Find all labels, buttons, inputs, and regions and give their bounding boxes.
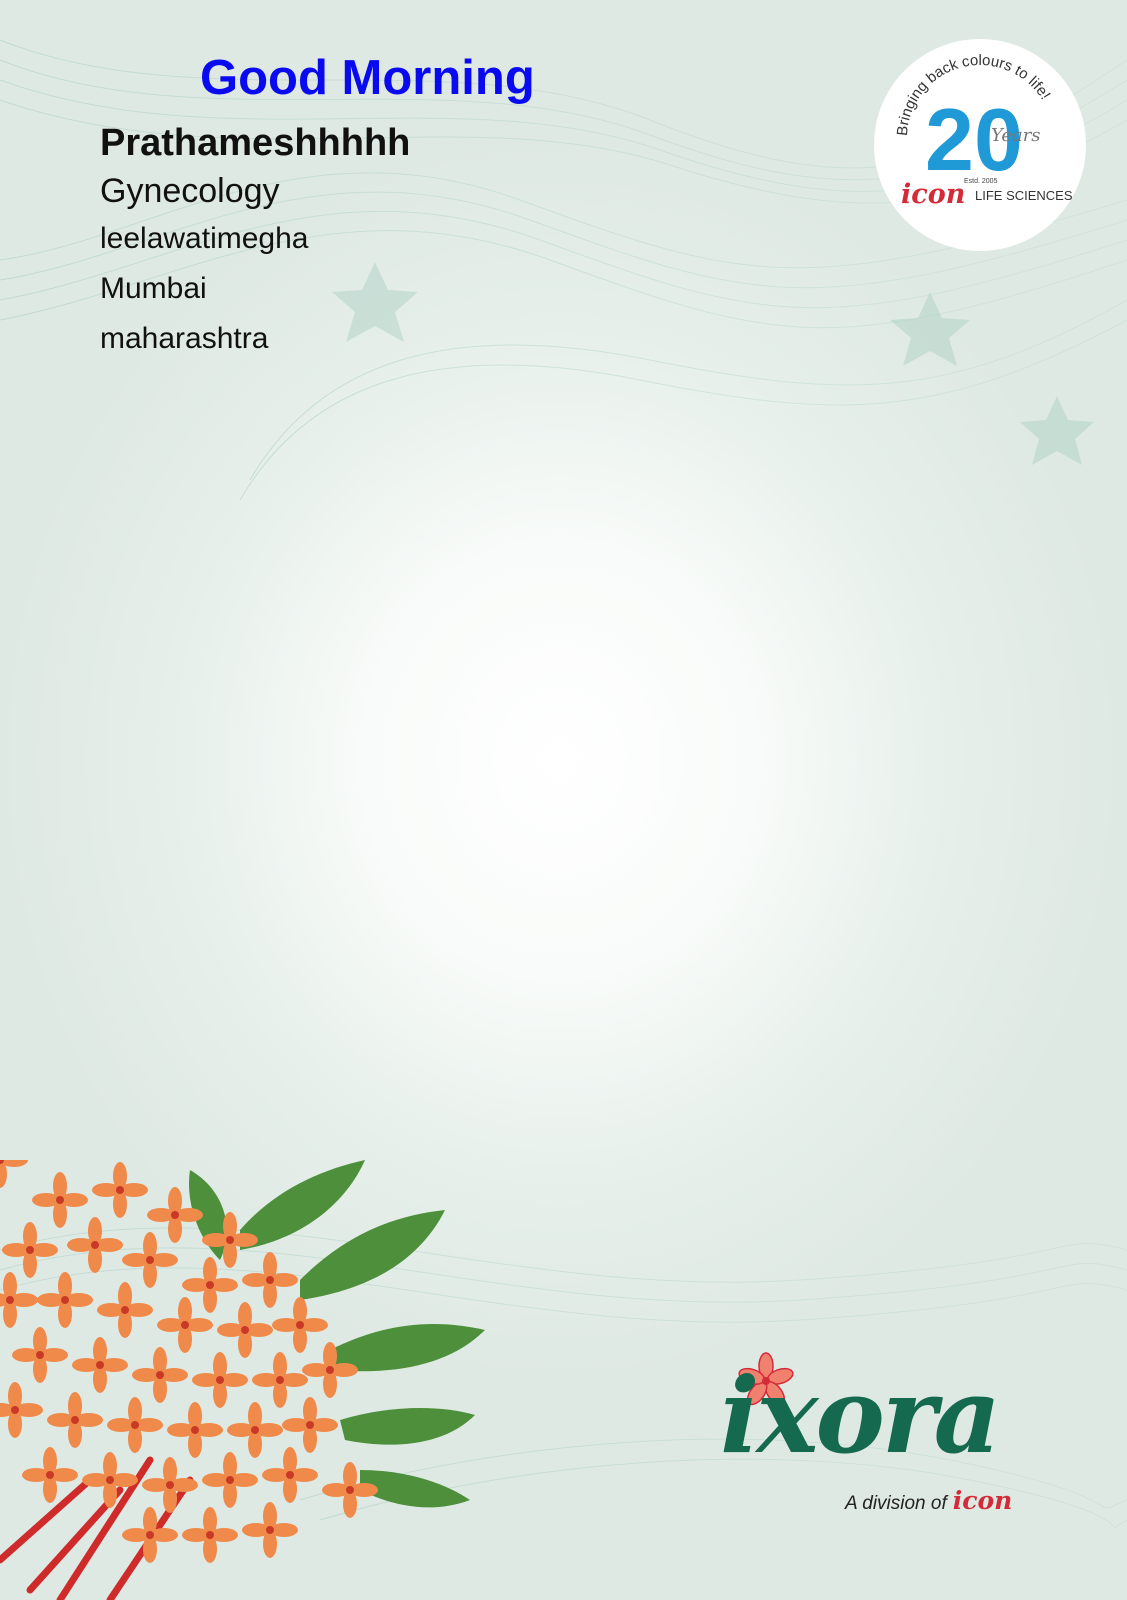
badge-brand-suffix: LIFE SCIENCES <box>975 188 1073 203</box>
brand-tagline-text: A division of <box>845 1493 947 1514</box>
parent-brand-wordmark: icon <box>952 1486 1013 1515</box>
doctor-clinic: leelawatimegha <box>100 222 309 255</box>
ixora-flower-bouquet <box>0 1160 485 1600</box>
brand-tagline: A division of icon <box>845 1486 1012 1515</box>
greeting-card: Good Morning Prathameshhhhh Gynecology l… <box>0 0 1127 1600</box>
badge-established: Estd. 2005 <box>964 178 998 185</box>
anniversary-badge: Bringing back colours to life! 20 Years … <box>874 39 1086 251</box>
doctor-state: maharashtra <box>100 322 269 355</box>
ixora-brand-logo: ixora A division of icon <box>715 1350 1035 1530</box>
greeting-heading: Good Morning <box>200 51 535 105</box>
flower-cluster <box>0 1160 378 1563</box>
badge-brand: icon <box>901 179 965 210</box>
doctor-name: Prathameshhhhh <box>100 122 411 164</box>
doctor-specialty: Gynecology <box>100 172 280 210</box>
badge-years: Years <box>991 125 1041 146</box>
doctor-info: Prathameshhhhh Gynecology leelawatimegha… <box>100 118 410 364</box>
ixora-wordmark: ixora <box>720 1354 1001 1477</box>
doctor-city: Mumbai <box>100 272 207 305</box>
